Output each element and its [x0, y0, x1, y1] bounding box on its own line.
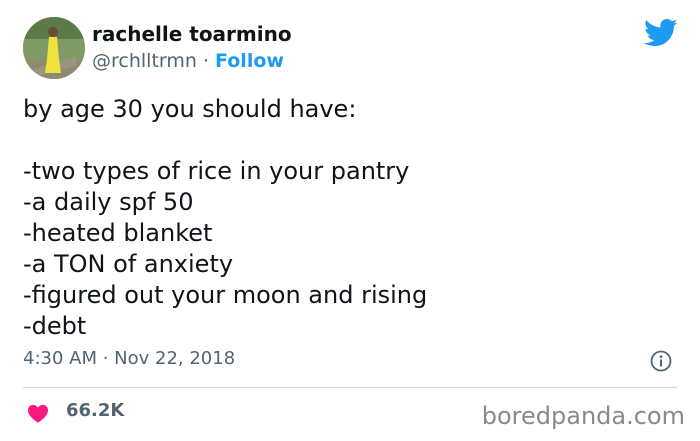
tweet-text: by age 30 you should have: -two types of…: [23, 94, 673, 342]
info-icon[interactable]: [650, 350, 672, 372]
follow-button[interactable]: Follow: [215, 50, 284, 72]
avatar[interactable]: [23, 17, 85, 79]
author-handle[interactable]: @rchlltrmn: [92, 50, 197, 72]
tweet-line: [23, 125, 673, 156]
tweet-line: -debt: [23, 312, 87, 340]
watermark: boredpanda.com: [481, 402, 685, 430]
tweet-line: -a TON of anxiety: [23, 250, 234, 278]
heart-icon[interactable]: [27, 403, 49, 423]
tweet-line: by age 30 you should have:: [23, 95, 357, 123]
tweet-timestamp[interactable]: 4:30 AM · Nov 22, 2018: [23, 348, 235, 369]
tweet-line: -a daily spf 50: [23, 188, 194, 216]
twitter-bird-icon[interactable]: [644, 18, 678, 48]
tweet-line: -figured out your moon and rising: [23, 281, 428, 309]
separator: ·: [196, 50, 216, 72]
divider: [23, 387, 677, 388]
author-handle-row: @rchlltrmn · Follow: [92, 50, 284, 72]
like-count[interactable]: 66.2K: [66, 400, 124, 421]
tweet-line: -two types of rice in your pantry: [23, 157, 410, 185]
tweet-line: -heated blanket: [23, 219, 213, 247]
author-name[interactable]: rachelle toarmino: [92, 22, 292, 46]
